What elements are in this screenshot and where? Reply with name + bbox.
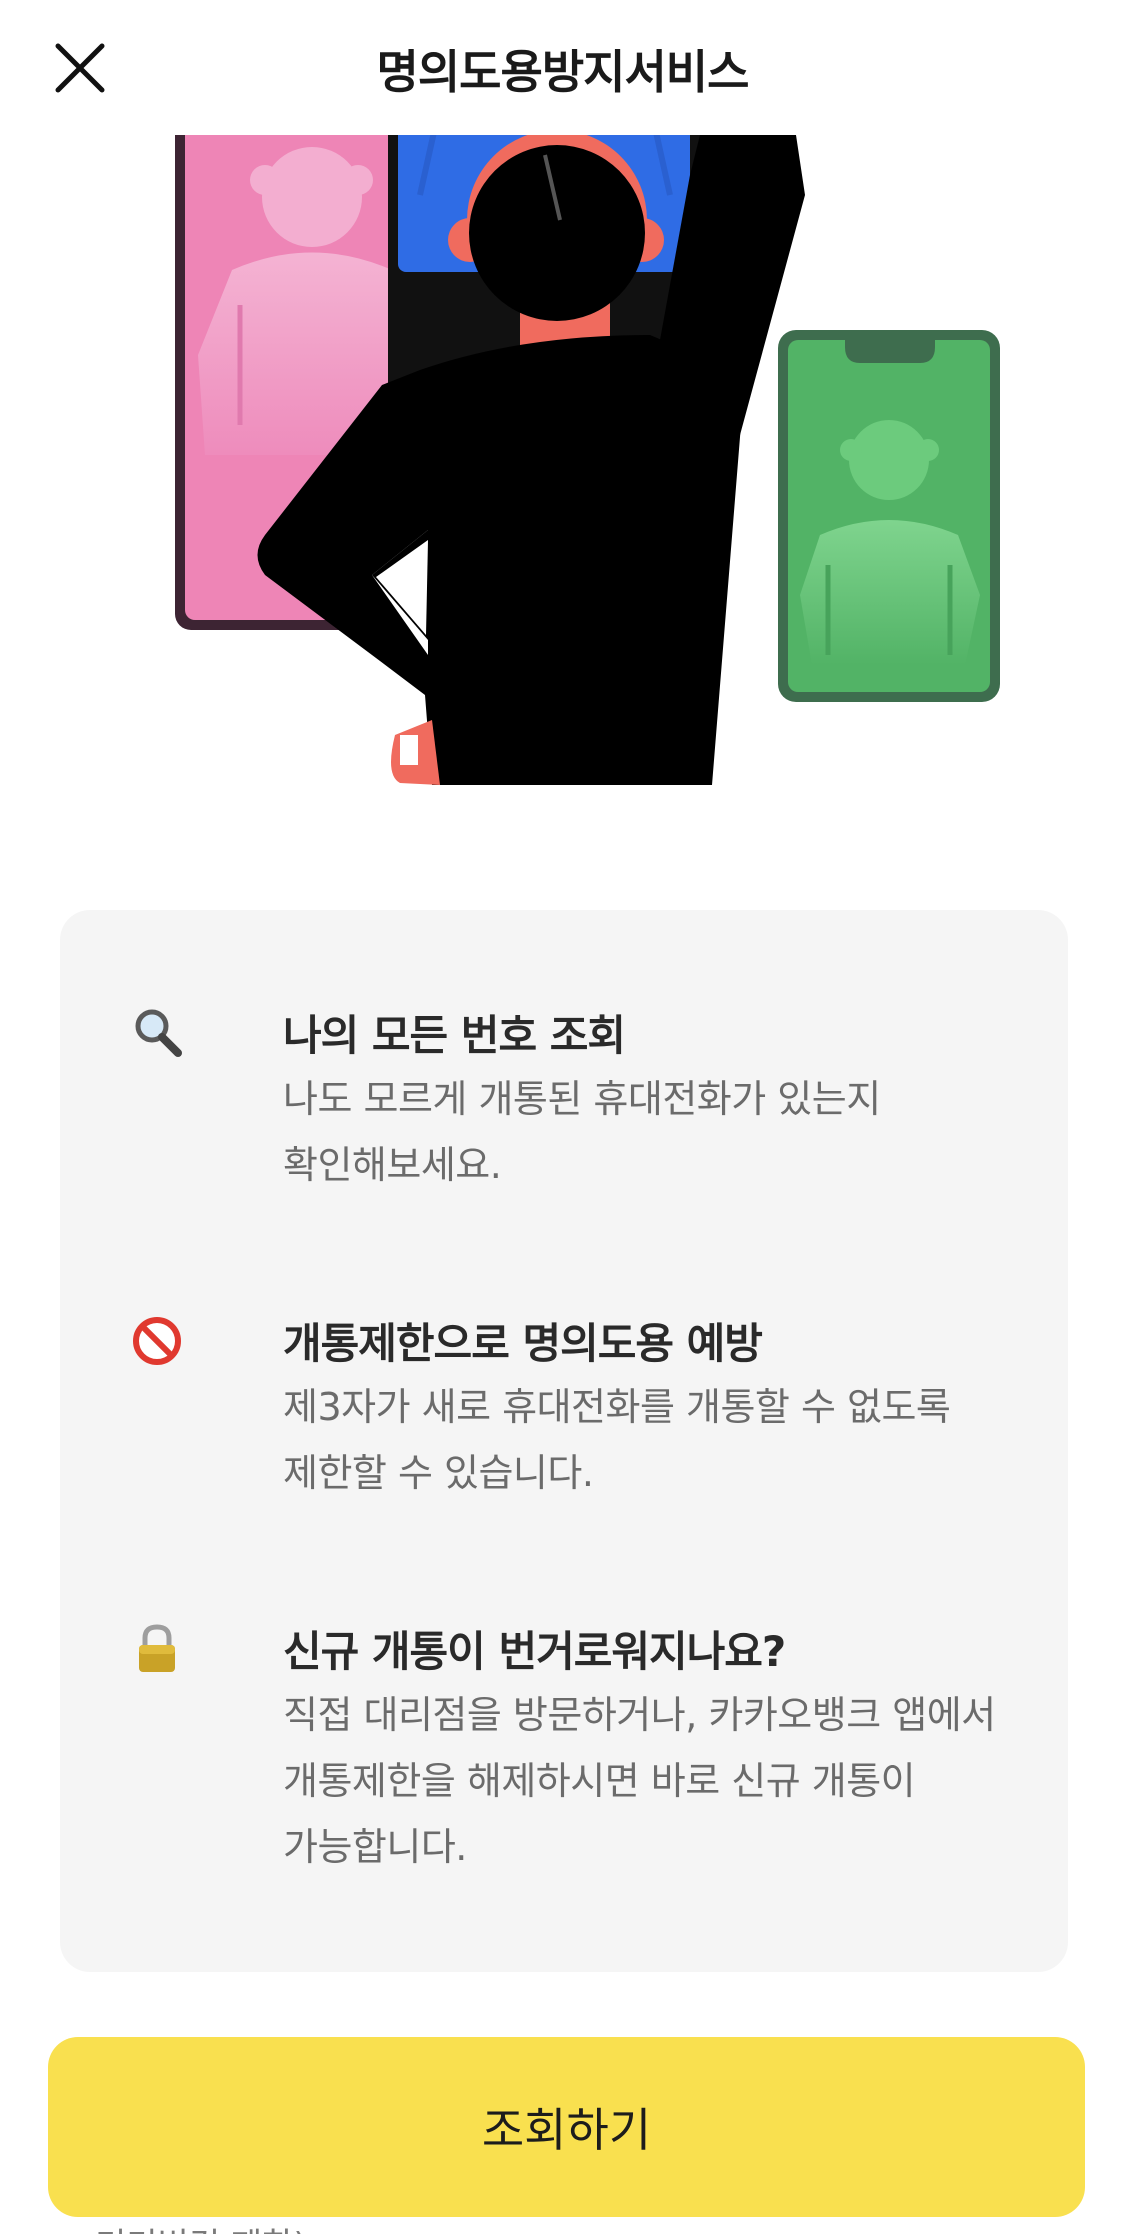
- inquiry-button[interactable]: 조회하기: [48, 2037, 1085, 2217]
- header: 명의도용방지서비스: [0, 0, 1125, 135]
- feature-title: 개통제한으로 명의도용 예방: [283, 1319, 763, 1368]
- green-phone: [778, 330, 1000, 702]
- feature-description: 직접 대리점을 방문하거나, 카카오뱅크 앱에서 개통제한을 해제하시면 바로 …: [283, 1693, 996, 1869]
- feature-description: 나도 모르게 개통된 휴대전화가 있는지 확인해보세요.: [283, 1077, 881, 1187]
- feature-description: 제3자가 새로 휴대전화를 개통할 수 없도록 제한할 수 있습니다.: [283, 1385, 951, 1495]
- magnifier-icon: [135, 1009, 182, 1057]
- feature-title: 신규 개통이 번거로워지나요?: [283, 1627, 786, 1676]
- person-viewing-phones-illustration: [0, 135, 1125, 785]
- lock-icon: [139, 1624, 175, 1672]
- page-title: 명의도용방지서비스: [376, 45, 750, 99]
- feature-title: 나의 모든 번호 조회: [283, 1011, 626, 1060]
- prohibited-icon: [133, 1317, 181, 1365]
- footnote-text: 기기변경 제한): [95, 2218, 307, 2234]
- screen: 명의도용방지서비스 나의 모든 번호 조회 나도 모르게 개통된 휴대전화가 있…: [0, 0, 1125, 2234]
- feature-card: 나의 모든 번호 조회 나도 모르게 개통된 휴대전화가 있는지 확인해보세요.…: [60, 910, 1068, 1972]
